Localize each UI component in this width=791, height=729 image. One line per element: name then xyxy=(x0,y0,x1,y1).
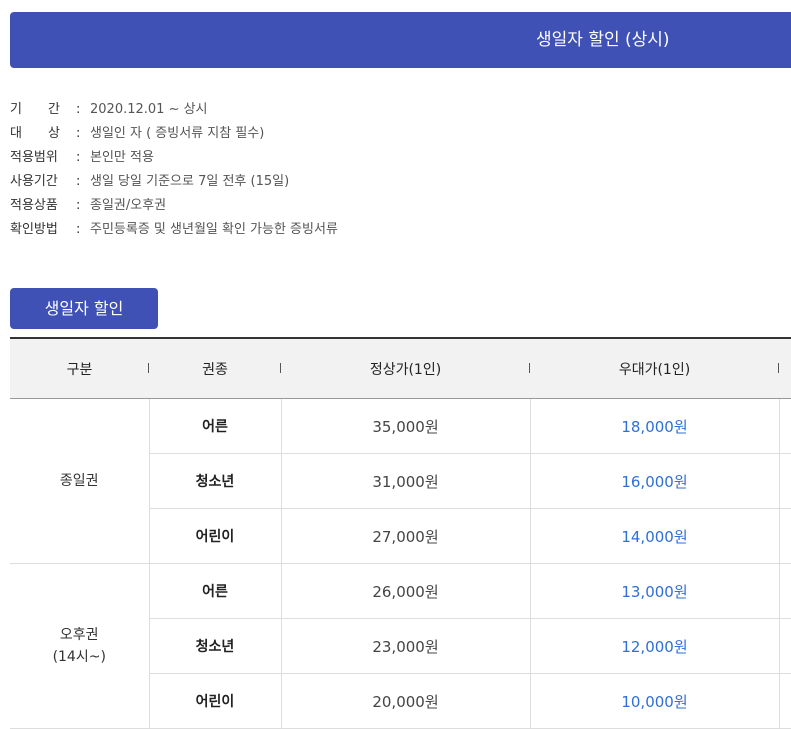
info-label: 확인방법 xyxy=(10,222,58,237)
info-label: 기간 xyxy=(10,102,86,117)
header-ticket-type: 권종 xyxy=(149,337,281,399)
info-value: 종일권/오후권 xyxy=(90,198,167,213)
ticket-type-cell: 어린이 xyxy=(149,673,282,729)
spacer-cell xyxy=(779,563,791,619)
info-colon: : xyxy=(76,150,81,165)
info-label: 적용상품 xyxy=(10,198,58,213)
price-table: 구분 권종 정상가(1인) 우대가(1인) 종일권 어른 35,000원 18,… xyxy=(10,337,791,729)
info-value: 생일 당일 기준으로 7일 전후 (15일) xyxy=(90,174,290,189)
info-row-period: 기간 : 2020.12.01 ~ 상시 xyxy=(10,98,338,122)
regular-price-cell: 20,000원 xyxy=(281,673,531,729)
header-discount-price: 우대가(1인) xyxy=(530,337,779,399)
table-row: 오후권 (14시~) 어른 26,000원 13,000원 xyxy=(10,563,791,729)
regular-price-cell: 26,000원 xyxy=(281,563,531,619)
regular-price-cell: 35,000원 xyxy=(281,398,531,454)
info-value: 생일인 자 ( 증빙서류 지참 필수) xyxy=(90,126,265,141)
discount-price-cell: 16,000원 xyxy=(530,453,780,509)
info-row-verification: 확인방법 : 주민등록증 및 생년월일 확인 가능한 증빙서류 xyxy=(10,218,338,242)
spacer-cell xyxy=(779,398,791,454)
header-category: 구분 xyxy=(10,337,149,399)
info-label: 대상 xyxy=(10,126,86,141)
discount-price-cell: 12,000원 xyxy=(530,618,780,674)
header-spacer xyxy=(779,337,791,399)
regular-price-cell: 27,000원 xyxy=(281,508,531,564)
spacer-cell xyxy=(779,673,791,729)
info-row-usage-period: 사용기간 : 생일 당일 기준으로 7일 전후 (15일) xyxy=(10,170,338,194)
table-header-row: 구분 권종 정상가(1인) 우대가(1인) xyxy=(10,337,791,399)
group-cell: 오후권 (14시~) xyxy=(10,563,150,729)
event-info-list: 기간 : 2020.12.01 ~ 상시 대상 : 생일인 자 ( 증빙서류 지… xyxy=(10,98,338,242)
info-row-scope: 적용범위 : 본인만 적용 xyxy=(10,146,338,170)
info-label: 사용기간 xyxy=(10,174,58,189)
event-banner: 생일자 할인 (상시) xyxy=(10,12,791,68)
banner-title: 생일자 할인 (상시) xyxy=(536,30,670,50)
spacer-cell xyxy=(779,453,791,509)
info-colon: : xyxy=(76,174,81,189)
regular-price-cell: 31,000원 xyxy=(281,453,531,509)
info-row-target: 대상 : 생일인 자 ( 증빙서류 지참 필수) xyxy=(10,122,338,146)
discount-price-cell: 18,000원 xyxy=(530,398,780,454)
ticket-type-cell: 어른 xyxy=(149,398,282,454)
section-tag: 생일자 할인 xyxy=(10,288,158,329)
ticket-type-cell: 어른 xyxy=(149,563,282,619)
group-cell: 종일권 xyxy=(10,398,150,564)
info-label: 적용범위 xyxy=(10,150,58,165)
discount-price-cell: 14,000원 xyxy=(530,508,780,564)
spacer-cell xyxy=(779,508,791,564)
regular-price-cell: 23,000원 xyxy=(281,618,531,674)
info-row-products: 적용상품 : 종일권/오후권 xyxy=(10,194,338,218)
info-colon: : xyxy=(76,102,81,117)
discount-price-cell: 13,000원 xyxy=(530,563,780,619)
info-colon: : xyxy=(76,198,81,213)
info-value: 본인만 적용 xyxy=(90,150,154,165)
discount-price-cell: 10,000원 xyxy=(530,673,780,729)
ticket-type-cell: 청소년 xyxy=(149,618,282,674)
info-colon: : xyxy=(76,222,81,237)
header-regular-price: 정상가(1인) xyxy=(281,337,530,399)
ticket-type-cell: 청소년 xyxy=(149,453,282,509)
ticket-type-cell: 어린이 xyxy=(149,508,282,564)
info-value: 2020.12.01 ~ 상시 xyxy=(90,102,208,117)
table-row: 종일권 어른 35,000원 18,000원 xyxy=(10,398,791,564)
info-value: 주민등록증 및 생년월일 확인 가능한 증빙서류 xyxy=(90,222,338,237)
info-colon: : xyxy=(76,126,81,141)
spacer-cell xyxy=(779,618,791,674)
